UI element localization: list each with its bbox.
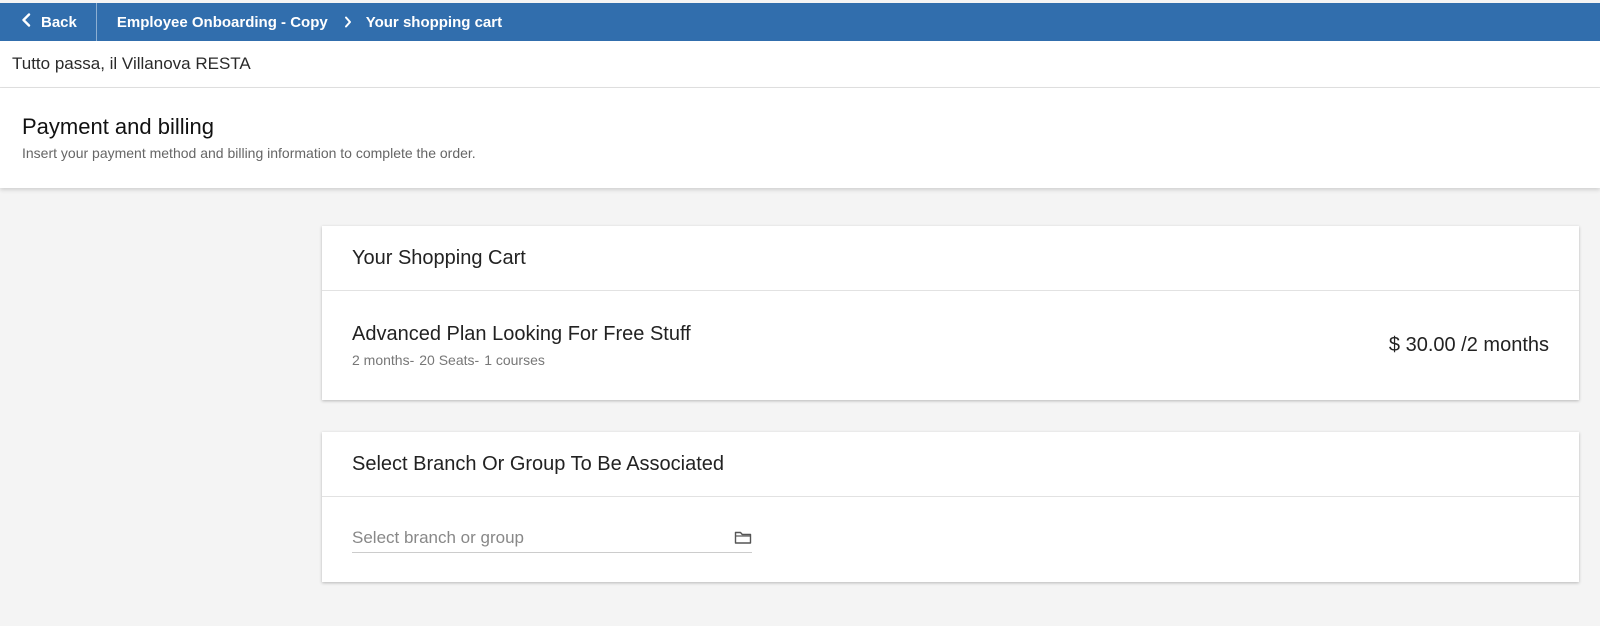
cart-item: Advanced Plan Looking For Free Stuff 2 m… [322,291,1579,399]
breadcrumb-employee-onboarding[interactable]: Employee Onboarding - Copy [117,14,328,31]
page-subtitle: Insert your payment method and billing i… [22,145,476,161]
folder-icon[interactable] [734,530,752,545]
branch-group-placeholder: Select branch or group [352,527,524,547]
top-navigation-bar: Back Employee Onboarding - Copy Your sho… [0,3,1600,41]
portal-subheader: Tutto passa, il Villanova RESTA [0,41,1600,88]
cart-item-duration: 2 months- [352,351,415,368]
chevron-right-icon [344,16,352,28]
back-button[interactable]: Back [0,3,97,41]
back-label: Back [41,13,77,31]
branch-group-select[interactable]: Select branch or group [352,523,752,553]
portal-name: Tutto passa, il Villanova RESTA [12,54,251,73]
cart-item-details: Advanced Plan Looking For Free Stuff 2 m… [352,323,691,368]
cart-item-seats: 20 Seats- [419,351,480,368]
cart-item-meta: 2 months- 20 Seats- 1 courses [352,352,691,368]
cart-item-courses: 1 courses [484,351,545,368]
shopping-cart-card: Your Shopping Cart Advanced Plan Looking… [322,226,1579,400]
cart-item-price: $ 30.00 /2 months [1388,333,1549,356]
branch-group-card: Select Branch Or Group To Be Associated … [322,432,1579,582]
branch-group-body: Select branch or group [322,497,1579,581]
chevron-left-icon [21,13,41,31]
page-header: Payment and billing Insert your payment … [0,88,1600,188]
cart-item-name: Advanced Plan Looking For Free Stuff [352,322,691,345]
page-title: Payment and billing [22,114,215,139]
breadcrumb-current-page: Your shopping cart [365,13,503,31]
branch-group-title: Select Branch Or Group To Be Associated [322,432,1579,497]
shopping-cart-title: Your Shopping Cart [322,226,1579,291]
